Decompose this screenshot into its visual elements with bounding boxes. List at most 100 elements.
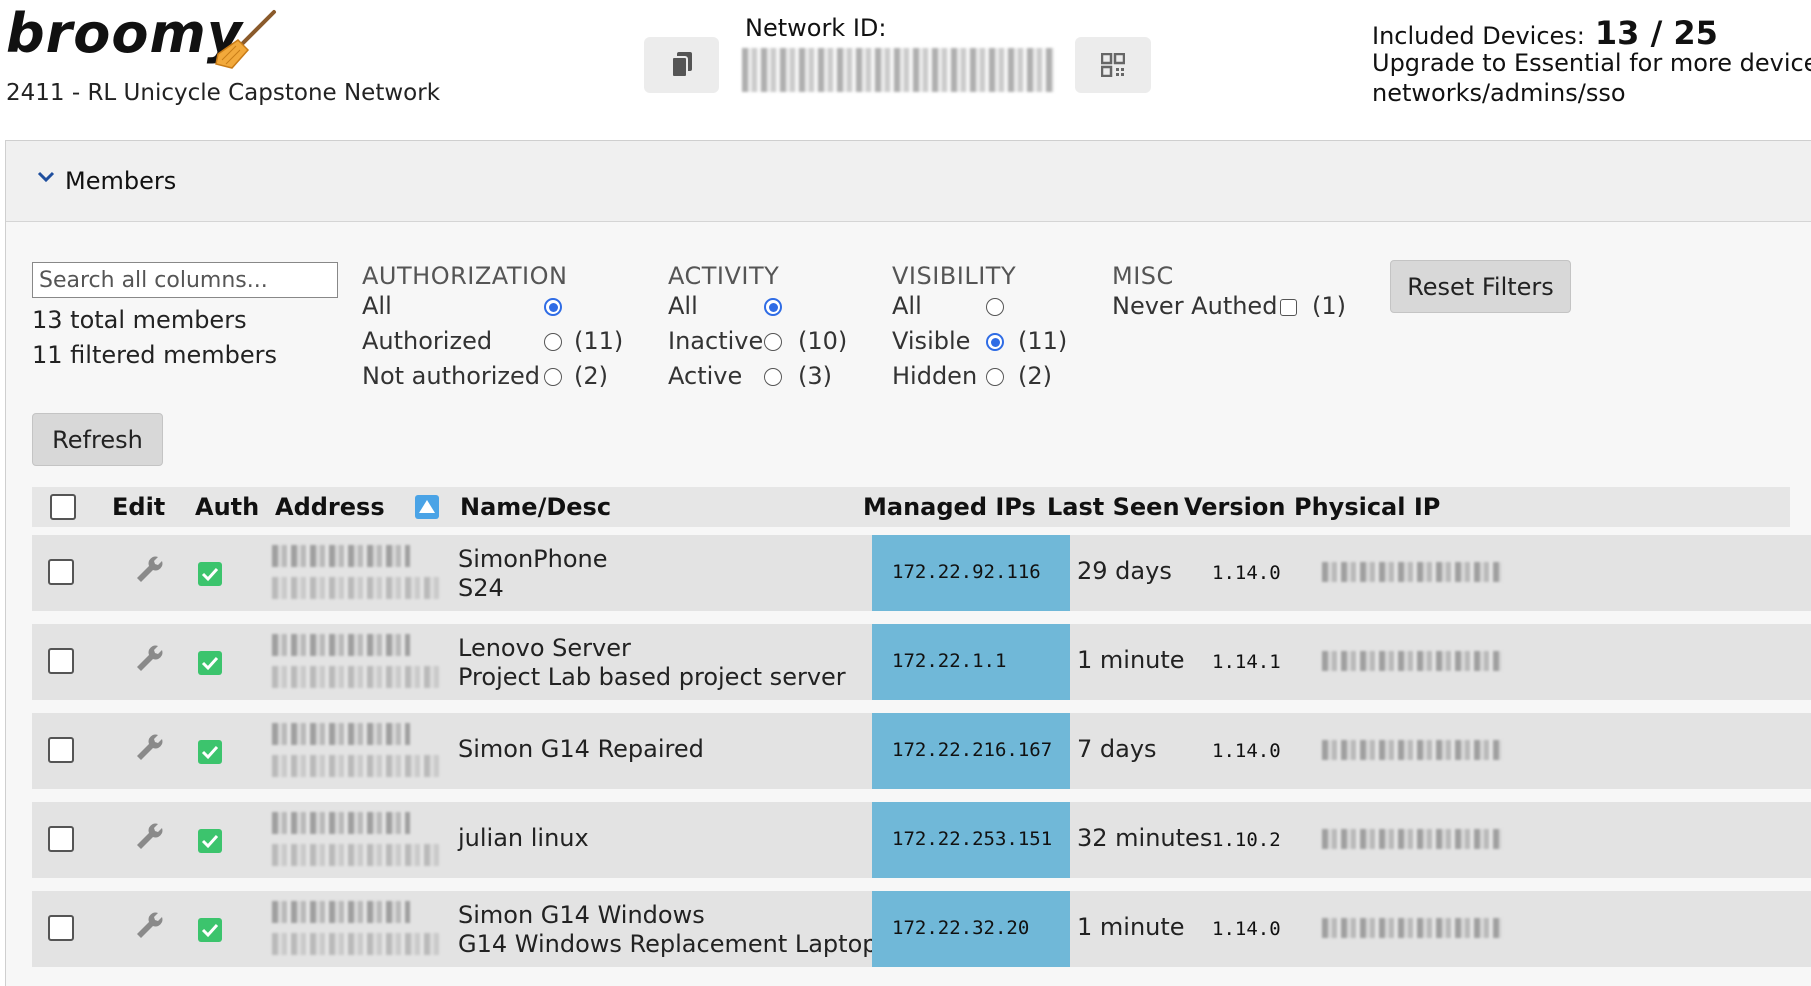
chevron-down-icon[interactable] bbox=[36, 167, 56, 187]
never-authed-checkbox[interactable] bbox=[1280, 299, 1297, 316]
upgrade-notice: Upgrade to Essential for more devices a … bbox=[1372, 48, 1811, 108]
address-hash-redacted bbox=[272, 577, 440, 599]
refresh-button[interactable]: Refresh bbox=[32, 413, 163, 466]
visibility-option-visible[interactable]: Visible (11) bbox=[892, 327, 1067, 362]
address-redacted bbox=[272, 545, 440, 605]
wrench-icon[interactable] bbox=[128, 553, 168, 589]
authorization-option-all[interactable]: All bbox=[362, 292, 567, 327]
address-hash-redacted bbox=[272, 933, 440, 955]
network-id-label: Network ID: bbox=[745, 14, 887, 42]
authorization-option-not-authorized[interactable]: Not authorized (2) bbox=[362, 362, 608, 397]
wrench-icon[interactable] bbox=[128, 731, 168, 767]
name-desc[interactable]: Simon G14 Repaired bbox=[458, 735, 704, 764]
activity-option-active[interactable]: Active (3) bbox=[668, 362, 832, 397]
visibility-filter-title: VISIBILITY bbox=[892, 262, 1017, 290]
managed-ip: 172.22.32.20 bbox=[892, 917, 1030, 939]
member-desc: S24 bbox=[458, 574, 504, 602]
table-row[interactable]: Lenovo Server Project Lab based project … bbox=[32, 624, 1811, 700]
physical-ip-redacted bbox=[1322, 918, 1502, 938]
name-desc[interactable]: julian linux bbox=[458, 824, 589, 853]
members-panel-header[interactable]: Members bbox=[6, 141, 1811, 222]
radio-visibility-hidden[interactable] bbox=[986, 368, 1004, 386]
option-label: Inactive bbox=[668, 327, 764, 355]
option-label: Never Authed bbox=[1112, 292, 1278, 320]
column-name-desc[interactable]: Name/Desc bbox=[460, 493, 611, 521]
address-id-redacted bbox=[272, 723, 410, 745]
auth-checkbox-checked[interactable] bbox=[198, 651, 222, 675]
radio-activity-inactive[interactable] bbox=[764, 333, 782, 351]
physical-ip-redacted bbox=[1322, 740, 1502, 760]
member-name: SimonPhone bbox=[458, 545, 608, 573]
column-address[interactable]: Address bbox=[275, 493, 385, 521]
last-seen: 1 minute bbox=[1077, 913, 1185, 941]
radio-visibility-visible[interactable] bbox=[986, 333, 1004, 351]
visibility-filter: VISIBILITY All Visible (11) Hidden (2) bbox=[892, 262, 1067, 397]
radio-activity-all[interactable] bbox=[764, 298, 782, 316]
option-label: Hidden bbox=[892, 362, 978, 390]
activity-option-all[interactable]: All bbox=[668, 292, 782, 327]
auth-checkbox-checked[interactable] bbox=[198, 740, 222, 764]
members-title: Members bbox=[65, 167, 177, 195]
address-hash-redacted bbox=[272, 666, 440, 688]
row-checkbox[interactable] bbox=[48, 648, 74, 674]
activity-option-inactive[interactable]: Inactive (10) bbox=[668, 327, 847, 362]
column-managed-ips[interactable]: Managed IPs bbox=[863, 493, 1036, 521]
reset-filters-button[interactable]: Reset Filters bbox=[1390, 260, 1571, 313]
visibility-option-all[interactable]: All bbox=[892, 292, 1016, 327]
search-input[interactable] bbox=[32, 262, 338, 298]
radio-authorization-authorized[interactable] bbox=[544, 333, 562, 351]
managed-ip: 172.22.253.151 bbox=[892, 828, 1053, 850]
broom-icon bbox=[215, 10, 276, 69]
table-row[interactable]: julian linux 172.22.253.151 32 minutes 1… bbox=[32, 802, 1811, 878]
included-devices-label: Included Devices: bbox=[1372, 22, 1585, 50]
option-label: Visible bbox=[892, 327, 971, 355]
table-row[interactable]: Simon G14 Repaired 172.22.216.167 7 days… bbox=[32, 713, 1811, 789]
member-name: Simon G14 Windows bbox=[458, 901, 705, 929]
table-row[interactable]: SimonPhone S24 172.22.92.116 29 days 1.1… bbox=[32, 535, 1811, 611]
version: 1.14.1 bbox=[1212, 651, 1281, 673]
member-name: julian linux bbox=[458, 824, 589, 852]
column-last-seen[interactable]: Last Seen bbox=[1047, 493, 1180, 521]
address-id-redacted bbox=[272, 545, 410, 567]
authorization-filter-title: AUTHORIZATION bbox=[362, 262, 568, 290]
column-version[interactable]: Version bbox=[1184, 493, 1285, 521]
name-desc[interactable]: Simon G14 Windows G14 Windows Replacemen… bbox=[458, 901, 878, 959]
sort-ascending-icon[interactable] bbox=[415, 495, 439, 519]
table-row[interactable]: Simon G14 Windows G14 Windows Replacemen… bbox=[32, 891, 1811, 967]
name-desc[interactable]: Lenovo Server Project Lab based project … bbox=[458, 634, 846, 692]
option-count: (10) bbox=[798, 327, 848, 355]
copy-network-id-button[interactable] bbox=[644, 37, 719, 93]
version: 1.10.2 bbox=[1212, 829, 1281, 851]
radio-visibility-all[interactable] bbox=[986, 298, 1004, 316]
visibility-option-hidden[interactable]: Hidden (2) bbox=[892, 362, 1052, 397]
address-id-redacted bbox=[272, 901, 410, 923]
row-checkbox[interactable] bbox=[48, 737, 74, 763]
auth-checkbox-checked[interactable] bbox=[198, 562, 222, 586]
address-redacted bbox=[272, 901, 440, 961]
option-label: All bbox=[362, 292, 392, 320]
member-desc: Project Lab based project server bbox=[458, 663, 846, 691]
radio-authorization-not-authorized[interactable] bbox=[544, 368, 562, 386]
column-auth[interactable]: Auth bbox=[195, 493, 259, 521]
row-checkbox[interactable] bbox=[48, 826, 74, 852]
radio-authorization-all[interactable] bbox=[544, 298, 562, 316]
radio-activity-active[interactable] bbox=[764, 368, 782, 386]
wrench-icon[interactable] bbox=[128, 642, 168, 678]
misc-option-never-authed[interactable]: Never Authed (1) bbox=[1112, 292, 1346, 327]
auth-checkbox-checked[interactable] bbox=[198, 918, 222, 942]
name-desc[interactable]: SimonPhone S24 bbox=[458, 545, 608, 603]
included-devices-count: 13 / 25 bbox=[1594, 14, 1718, 52]
select-all-checkbox[interactable] bbox=[50, 494, 76, 520]
address-id-redacted bbox=[272, 812, 410, 834]
row-checkbox[interactable] bbox=[48, 559, 74, 585]
member-name: Simon G14 Repaired bbox=[458, 735, 704, 763]
column-physical-ip[interactable]: Physical IP bbox=[1294, 493, 1440, 521]
wrench-icon[interactable] bbox=[128, 909, 168, 945]
row-checkbox[interactable] bbox=[48, 915, 74, 941]
option-label: Active bbox=[668, 362, 743, 390]
auth-checkbox-checked[interactable] bbox=[198, 829, 222, 853]
qr-code-button[interactable] bbox=[1075, 37, 1151, 93]
wrench-icon[interactable] bbox=[128, 820, 168, 856]
column-edit[interactable]: Edit bbox=[112, 493, 165, 521]
authorization-option-authorized[interactable]: Authorized (11) bbox=[362, 327, 623, 362]
